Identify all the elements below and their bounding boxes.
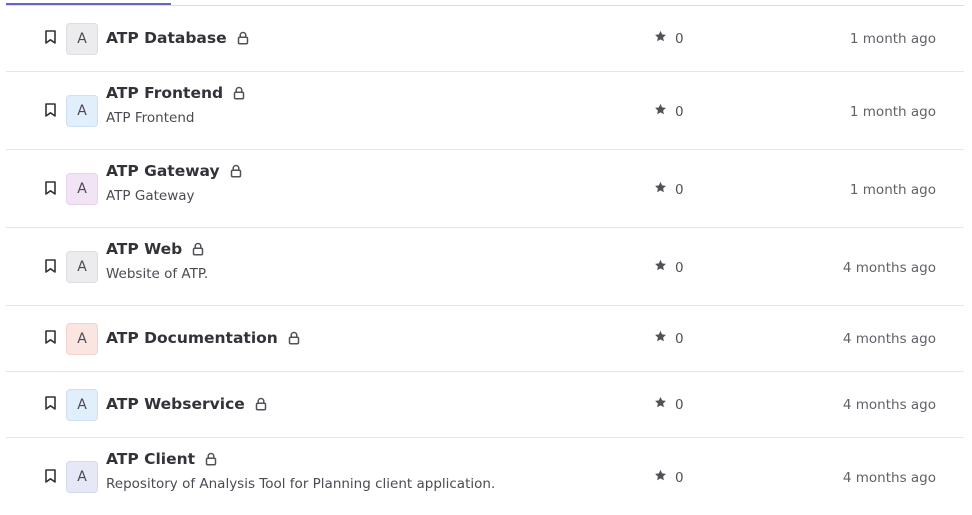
project-avatar[interactable]: A bbox=[66, 251, 98, 283]
star-icon bbox=[654, 103, 667, 120]
project-row: A ATP Webservice 0 4 months ago bbox=[6, 372, 964, 438]
project-title-line: ATP Gateway bbox=[106, 162, 242, 180]
bookmark-icon[interactable] bbox=[42, 328, 58, 346]
project-row: A ATP Documentation 0 4 months ago bbox=[6, 306, 964, 372]
star-count-value: 0 bbox=[675, 259, 684, 276]
project-row: A ATP Frontend ATP Frontend 0 1 month ago bbox=[6, 72, 964, 150]
project-name[interactable]: ATP Frontend bbox=[106, 84, 223, 102]
star-count-value: 0 bbox=[675, 103, 684, 120]
star-icon bbox=[654, 30, 667, 47]
lock-icon bbox=[230, 164, 242, 178]
star-icon bbox=[654, 259, 667, 276]
star-count-value: 0 bbox=[675, 330, 684, 347]
project-avatar[interactable]: A bbox=[66, 173, 98, 205]
project-row: A ATP Database 0 1 month ago bbox=[6, 6, 964, 72]
project-row: A ATP Gateway ATP Gateway 0 1 month ago bbox=[6, 150, 964, 228]
project-avatar[interactable]: A bbox=[66, 323, 98, 355]
updated-at: 4 months ago bbox=[842, 331, 936, 347]
star-icon bbox=[654, 396, 667, 413]
project-row: A ATP Web Website of ATP. 0 4 months ago bbox=[6, 228, 964, 306]
project-title-line: ATP Documentation bbox=[106, 329, 300, 347]
project-name[interactable]: ATP Webservice bbox=[106, 395, 245, 413]
star-count[interactable]: 0 bbox=[654, 103, 684, 120]
bookmark-icon[interactable] bbox=[42, 28, 58, 46]
bookmark-icon[interactable] bbox=[42, 101, 58, 119]
project-name[interactable]: ATP Documentation bbox=[106, 329, 278, 347]
project-title-line: ATP Database bbox=[106, 29, 249, 47]
lock-icon bbox=[205, 452, 217, 466]
star-count[interactable]: 0 bbox=[654, 181, 684, 198]
bookmark-icon[interactable] bbox=[42, 257, 58, 275]
project-avatar[interactable]: A bbox=[66, 23, 98, 55]
project-avatar[interactable]: A bbox=[66, 389, 98, 421]
star-count-value: 0 bbox=[675, 30, 684, 47]
updated-at: 1 month ago bbox=[849, 104, 936, 120]
project-description: Website of ATP. bbox=[106, 266, 209, 282]
lock-icon bbox=[237, 31, 249, 45]
project-list: A ATP Database 0 1 month ago A ATP Fronte… bbox=[6, 6, 964, 515]
project-description: Repository of Analysis Tool for Planning… bbox=[106, 476, 496, 492]
updated-at: 4 months ago bbox=[842, 470, 936, 486]
star-icon bbox=[654, 330, 667, 347]
bookmark-icon[interactable] bbox=[42, 179, 58, 197]
star-count-value: 0 bbox=[675, 469, 684, 486]
updated-at: 4 months ago bbox=[842, 397, 936, 413]
lock-icon bbox=[192, 242, 204, 256]
star-icon bbox=[654, 469, 667, 486]
updated-at: 1 month ago bbox=[849, 31, 936, 47]
project-title-line: ATP Webservice bbox=[106, 395, 267, 413]
project-avatar[interactable]: A bbox=[66, 461, 98, 493]
updated-at: 4 months ago bbox=[842, 260, 936, 276]
project-description: ATP Gateway bbox=[106, 188, 195, 204]
star-count[interactable]: 0 bbox=[654, 30, 684, 47]
project-row: A ATP Client Repository of Analysis Tool f… bbox=[6, 438, 964, 515]
project-name[interactable]: ATP Database bbox=[106, 29, 227, 47]
star-count[interactable]: 0 bbox=[654, 330, 684, 347]
star-count[interactable]: 0 bbox=[654, 396, 684, 413]
star-icon bbox=[654, 181, 667, 198]
project-title-line: ATP Client bbox=[106, 450, 217, 468]
lock-icon bbox=[288, 331, 300, 345]
project-name[interactable]: ATP Client bbox=[106, 450, 195, 468]
active-tab-indicator bbox=[6, 3, 171, 5]
star-count-value: 0 bbox=[675, 396, 684, 413]
star-count[interactable]: 0 bbox=[654, 469, 684, 486]
star-count[interactable]: 0 bbox=[654, 259, 684, 276]
lock-icon bbox=[233, 86, 245, 100]
project-title-line: ATP Web bbox=[106, 240, 204, 258]
project-avatar[interactable]: A bbox=[66, 95, 98, 127]
project-description: ATP Frontend bbox=[106, 110, 195, 126]
project-title-line: ATP Frontend bbox=[106, 84, 245, 102]
updated-at: 1 month ago bbox=[849, 182, 936, 198]
project-name[interactable]: ATP Gateway bbox=[106, 162, 220, 180]
lock-icon bbox=[255, 397, 267, 411]
star-count-value: 0 bbox=[675, 181, 684, 198]
bookmark-icon[interactable] bbox=[42, 394, 58, 412]
project-name[interactable]: ATP Web bbox=[106, 240, 182, 258]
bookmark-icon[interactable] bbox=[42, 467, 58, 485]
